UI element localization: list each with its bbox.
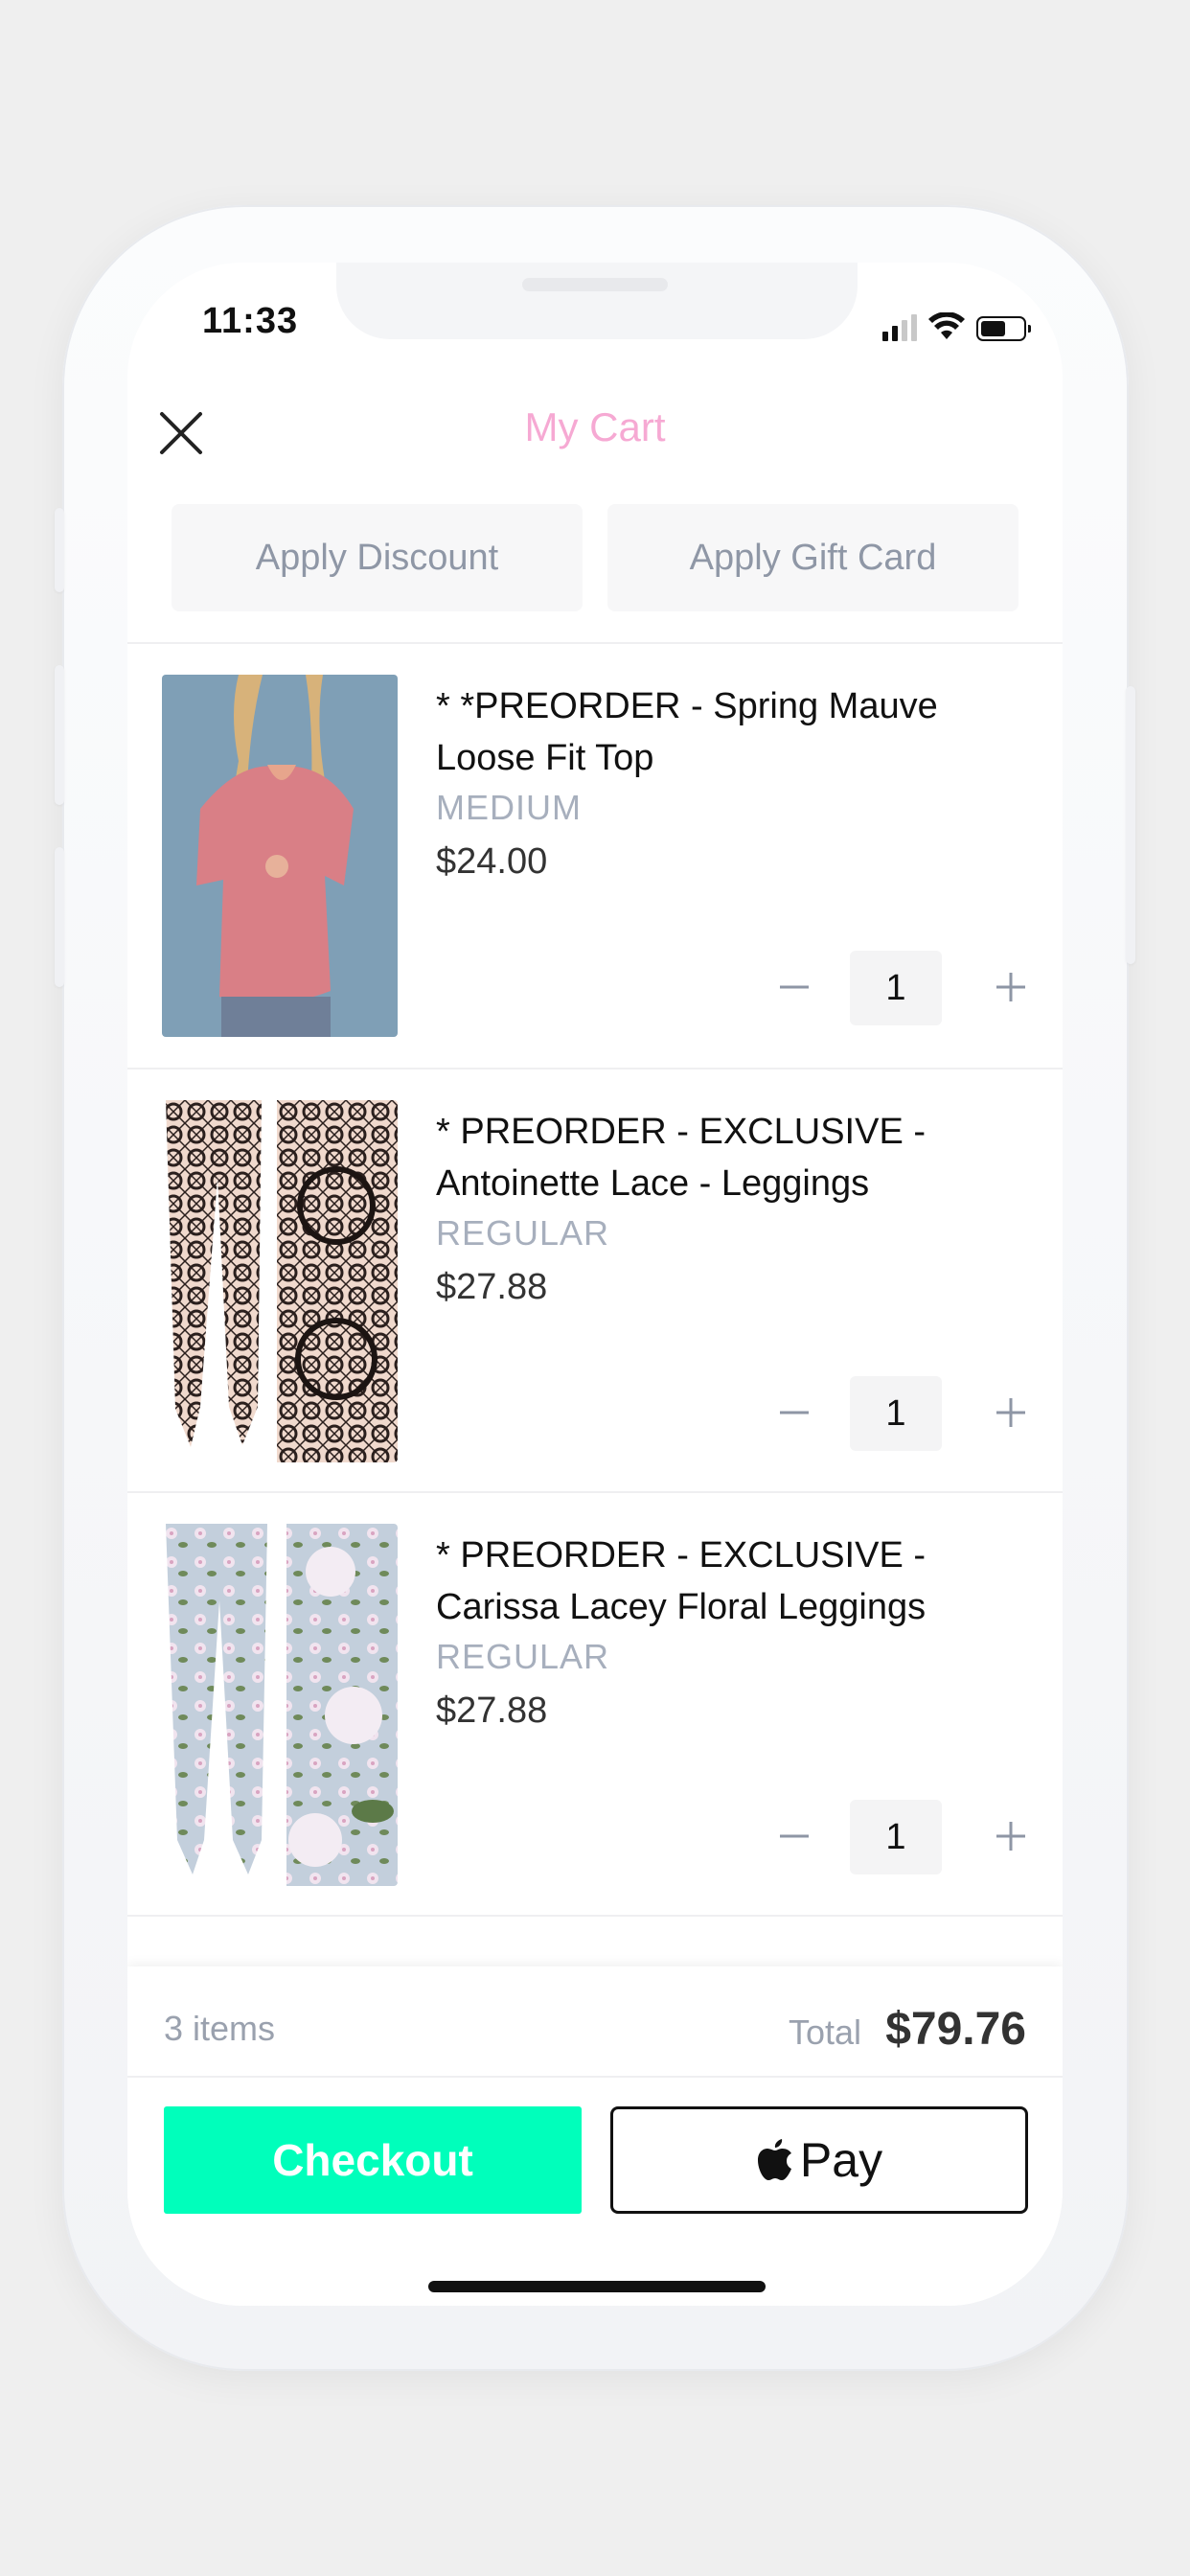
volume-up-button — [55, 665, 64, 805]
apply-discount-button[interactable]: Apply Discount — [172, 504, 583, 611]
divider — [127, 2076, 1063, 2078]
total-value: $79.76 — [885, 2004, 1026, 2055]
increase-quantity-button[interactable] — [982, 958, 1040, 1016]
increase-quantity-button[interactable] — [982, 1384, 1040, 1441]
product-name[interactable]: * PREORDER - EXCLUSIVE - Carissa Lacey F… — [436, 1530, 1020, 1633]
product-price: $24.00 — [436, 841, 548, 882]
plus-icon — [996, 1822, 1025, 1851]
status-time: 11:33 — [202, 301, 299, 341]
home-indicator[interactable] — [428, 2281, 766, 2292]
product-price: $27.88 — [436, 1267, 548, 1307]
decrease-quantity-button[interactable] — [766, 1384, 823, 1441]
product-image[interactable] — [162, 675, 398, 1037]
product-image[interactable] — [162, 1524, 398, 1886]
apply-gift-card-button[interactable]: Apply Gift Card — [607, 504, 1018, 611]
cart-header: My Cart — [127, 385, 1063, 477]
minus-icon — [780, 1411, 809, 1414]
page-title: My Cart — [524, 404, 666, 449]
product-image[interactable] — [162, 1100, 398, 1462]
quantity-stepper: 1 — [766, 951, 1040, 1025]
total-label: Total — [788, 2012, 861, 2052]
plus-icon — [996, 973, 1025, 1001]
cart-item: * PREORDER - EXCLUSIVE - Carissa Lacey F… — [127, 1493, 1063, 1917]
apple-pay-label: Pay — [799, 2133, 883, 2187]
app-screen: 11:33 My Cart Apply Discount Apply Gift … — [127, 263, 1063, 2306]
checkout-button[interactable]: Checkout — [164, 2106, 582, 2214]
quantity-stepper: 1 — [766, 1800, 1040, 1874]
decrease-quantity-button[interactable] — [766, 958, 823, 1016]
status-icons — [882, 309, 1031, 341]
product-name[interactable]: * *PREORDER - Spring Mauve Loose Fit Top — [436, 680, 1020, 784]
cart-footer: 3 items Total $79.76 Checkout Pay — [127, 1966, 1063, 2306]
minus-icon — [780, 985, 809, 989]
quantity-value[interactable]: 1 — [850, 1800, 942, 1874]
cart-item: * *PREORDER - Spring Mauve Loose Fit Top… — [127, 644, 1063, 1068]
divider — [127, 1915, 1063, 1917]
product-variant: REGULAR — [436, 1637, 610, 1676]
volume-down-button — [55, 847, 64, 987]
plus-icon — [996, 1398, 1025, 1427]
product-name[interactable]: * PREORDER - EXCLUSIVE - Antoinette Lace… — [436, 1106, 1020, 1209]
apple-pay-button[interactable]: Pay — [610, 2106, 1028, 2214]
notch — [336, 263, 858, 339]
product-variant: REGULAR — [436, 1213, 610, 1253]
quantity-stepper: 1 — [766, 1376, 1040, 1451]
wifi-icon — [928, 312, 965, 339]
cart-item: * PREORDER - EXCLUSIVE - Antoinette Lace… — [127, 1070, 1063, 1493]
apply-row: Apply Discount Apply Gift Card — [172, 504, 1018, 611]
decrease-quantity-button[interactable] — [766, 1807, 823, 1865]
mute-switch — [55, 508, 64, 592]
battery-icon — [976, 316, 1031, 341]
minus-icon — [780, 1834, 809, 1838]
items-count: 3 items — [164, 2009, 276, 2048]
signal-icon — [882, 314, 917, 341]
quantity-value[interactable]: 1 — [850, 951, 942, 1025]
apple-logo-icon — [757, 2139, 791, 2180]
power-button — [1126, 686, 1135, 964]
product-variant: MEDIUM — [436, 788, 582, 827]
quantity-value[interactable]: 1 — [850, 1376, 942, 1451]
increase-quantity-button[interactable] — [982, 1807, 1040, 1865]
product-price: $27.88 — [436, 1690, 548, 1731]
speaker-grille — [522, 278, 668, 291]
